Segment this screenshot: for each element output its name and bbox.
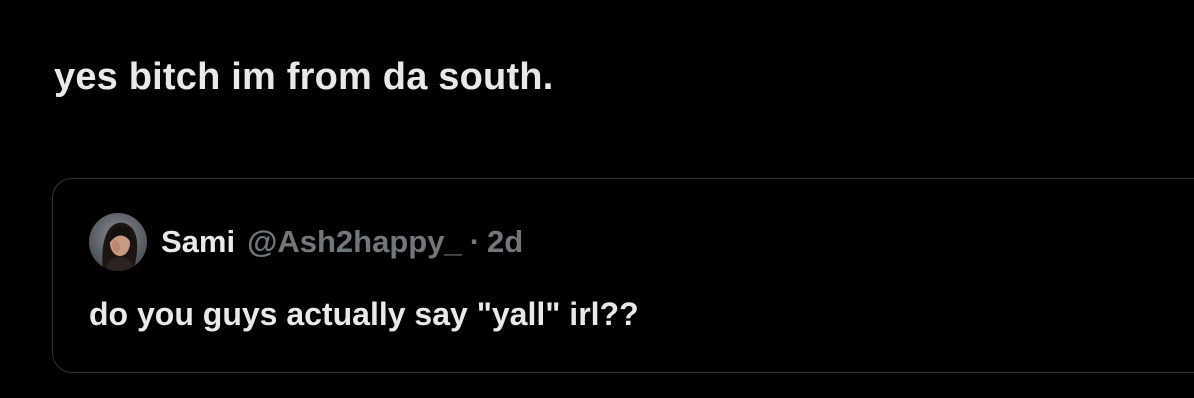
post-timestamp[interactable]: 2d (487, 224, 523, 260)
quoted-post-header: Sami @Ash2happy_ · 2d (89, 211, 523, 273)
post-text: yes bitch im from da south. (54, 56, 554, 98)
avatar-image (89, 213, 147, 271)
quoted-post-card[interactable]: Sami @Ash2happy_ · 2d do you guys actual… (52, 178, 1194, 373)
author-handle[interactable]: @Ash2happy_ (247, 224, 462, 260)
separator-dot: · (469, 224, 481, 259)
author-name[interactable]: Sami (161, 224, 235, 260)
post-view: yes bitch im from da south. Sami @Ash2ha… (0, 0, 1194, 398)
avatar[interactable] (89, 213, 147, 271)
quoted-post-text: do you guys actually say "yall" irl?? (89, 296, 639, 332)
